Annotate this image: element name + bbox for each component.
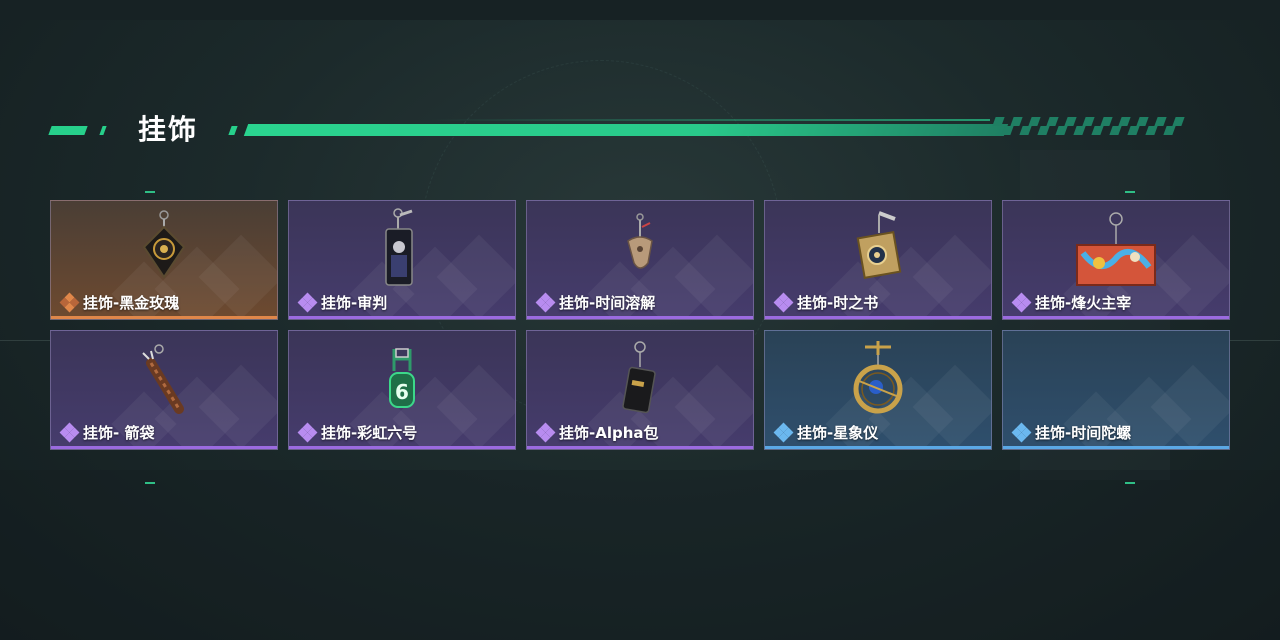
rarity-bar — [289, 446, 515, 449]
quiver-charm-icon — [142, 344, 184, 414]
charm-label: 挂饰-黑金玫瑰 — [83, 294, 180, 312]
charm-card[interactable]: 挂饰-时间陀螺 — [1002, 330, 1230, 450]
rarity-icon — [535, 292, 556, 312]
charm-label: 挂饰-时间溶解 — [559, 294, 656, 312]
corner-tick — [1125, 482, 1135, 484]
rarity-bar — [765, 446, 991, 449]
rarity-icon — [1011, 422, 1032, 442]
rarity-bar — [527, 446, 753, 449]
corner-tick — [1125, 191, 1135, 193]
rarity-bar — [765, 316, 991, 319]
background-floor — [0, 470, 1280, 640]
corner-tick — [145, 482, 155, 484]
charm-card[interactable]: 6 挂饰-彩虹六号 — [288, 330, 516, 450]
charm-label: 挂饰-烽火主宰 — [1035, 294, 1132, 312]
astrolabe-charm-icon — [853, 341, 903, 414]
charm-label: 挂饰-审判 — [321, 294, 388, 312]
rarity-icon — [59, 422, 80, 442]
side-line-right — [1230, 340, 1280, 341]
svg-text:6: 6 — [395, 380, 409, 404]
melting-clock-charm-icon — [627, 213, 653, 269]
judgement-card-charm-icon — [385, 208, 413, 286]
charm-label: 挂饰-时间陀螺 — [1035, 424, 1132, 442]
rarity-icon — [773, 422, 794, 442]
top-strip — [0, 0, 1280, 20]
rarity-bar — [1003, 446, 1229, 449]
rarity-bar — [51, 446, 277, 449]
rarity-bar — [527, 316, 753, 319]
rarity-icon — [59, 292, 80, 312]
rarity-icon — [773, 292, 794, 312]
header-accent-bar — [228, 126, 238, 135]
charm-card[interactable]: 挂饰- 箭袋 — [50, 330, 278, 450]
charm-card[interactable]: 挂饰-黑金玫瑰 — [50, 200, 278, 320]
charm-card[interactable]: 挂饰-时之书 — [764, 200, 992, 320]
rarity-bar — [51, 316, 277, 319]
corner-tick — [145, 191, 155, 193]
rarity-icon — [535, 422, 556, 442]
header-thin-line — [430, 119, 990, 121]
charm-label: 挂饰-时之书 — [797, 294, 879, 312]
charm-label: 挂饰-星象仪 — [797, 424, 879, 442]
rainbow-six-charm-icon: 6 — [389, 348, 415, 408]
header-accent-bar — [48, 126, 88, 135]
rarity-bar — [1003, 316, 1229, 319]
charm-card[interactable]: 挂饰-审判 — [288, 200, 516, 320]
charm-card[interactable]: 挂饰-时间溶解 — [526, 200, 754, 320]
side-line-left — [0, 340, 50, 341]
header-long-bar — [243, 124, 1009, 136]
rarity-icon — [1011, 292, 1032, 312]
rarity-icon — [297, 292, 318, 312]
rarity-bar — [289, 316, 515, 319]
header-accent-bar — [99, 126, 107, 135]
charm-label: 挂饰- 箭袋 — [83, 424, 155, 442]
charm-card[interactable]: 挂饰-Alpha包 — [526, 330, 754, 450]
alpha-pouch-charm-icon — [622, 341, 656, 414]
header-checker-pattern — [990, 116, 1200, 136]
charm-card[interactable]: 挂饰-烽火主宰 — [1002, 200, 1230, 320]
charm-card[interactable]: 挂饰-星象仪 — [764, 330, 992, 450]
book-of-time-charm-icon — [856, 211, 902, 279]
black-gold-rose-charm-icon — [142, 210, 186, 279]
section-title: 挂饰 — [138, 113, 199, 146]
charm-label: 挂饰-Alpha包 — [559, 424, 659, 442]
graffiti-container-charm-icon — [1076, 212, 1156, 286]
rarity-icon — [297, 422, 318, 442]
charm-label: 挂饰-彩虹六号 — [321, 424, 418, 442]
